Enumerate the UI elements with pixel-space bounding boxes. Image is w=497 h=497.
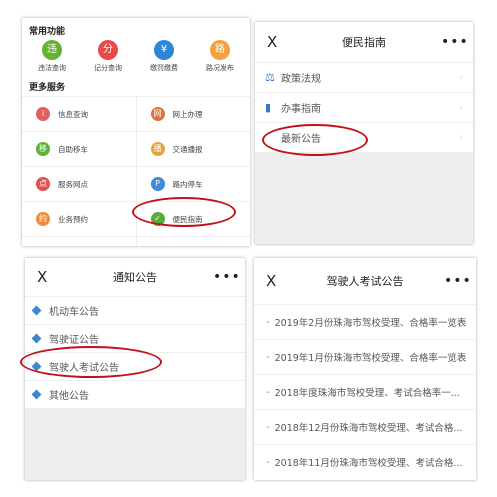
grid-item-label: 信息查询 xyxy=(58,109,88,119)
info-query-icon: i xyxy=(36,107,50,121)
service-outlet-icon: 点 xyxy=(36,177,50,191)
list-item-other-notice[interactable]: 其他公告 xyxy=(25,380,245,408)
diamond-bullet-icon xyxy=(31,361,42,372)
list-item-label: 驾驶人考试公告 xyxy=(49,363,119,374)
guide-header: X 便民指南 ••• xyxy=(255,22,473,62)
more-icon[interactable]: ••• xyxy=(213,269,240,285)
dash-bullet: - xyxy=(266,386,270,398)
grid-item-traffic-broadcast[interactable]: 播 交通播报 xyxy=(137,132,251,166)
grid-item-label: 服务网点 xyxy=(58,179,88,189)
exam-notices-header: X 驾驶人考试公告 ••• xyxy=(254,258,476,304)
dash-bullet: - xyxy=(266,351,270,363)
grid-item-self-move-car[interactable]: 移 自助移车 xyxy=(22,132,137,166)
list-item-latest-notice[interactable]: 最新公告 › xyxy=(255,122,473,152)
quick-item-violation[interactable]: 违 违法查询 xyxy=(25,40,79,73)
list-item-license-notice[interactable]: 驾驶证公告 xyxy=(25,324,245,352)
list-item-label: 其他公告 xyxy=(49,391,89,402)
quick-item-points[interactable]: 分 记分查询 xyxy=(81,40,135,73)
list-item-label: 2018年11月份珠海市驾校受理、考试合格... xyxy=(274,458,463,469)
notices-header: X 通知公告 ••• xyxy=(25,258,245,296)
online-service-icon: 网 xyxy=(150,107,165,121)
quick-item-label: 记分查询 xyxy=(94,64,122,72)
points-query-icon: 分 xyxy=(98,40,118,60)
empty-area xyxy=(25,408,245,480)
services-home-panel: 常用功能 违 违法查询 分 记分查询 ¥ 缴罚缴费 路 路况发布 更多服务 i … xyxy=(22,18,250,246)
list-item-exam-report[interactable]: - 2018年12月份珠海市驾校受理、考试合格... xyxy=(254,409,476,444)
grid-item-service-outlet[interactable]: 点 服务网点 xyxy=(22,167,137,201)
street-parking-icon: P xyxy=(150,177,165,191)
diamond-bullet-icon xyxy=(31,305,42,316)
grid-item-partial[interactable] xyxy=(22,237,137,246)
list-item-exam-report[interactable]: - 2018年度珠海市驾校受理、考试合格率一... xyxy=(254,374,476,409)
list-item-label: 办事指南 xyxy=(281,104,321,115)
self-move-car-icon: 移 xyxy=(36,142,50,156)
list-item-exam-notice[interactable]: 驾驶人考试公告 xyxy=(25,352,245,380)
quick-functions-title: 常用功能 xyxy=(29,27,66,37)
list-item-guide[interactable]: ▮ 办事指南 › xyxy=(255,92,473,122)
book-icon: ▮ xyxy=(265,101,272,114)
more-services-title: 更多服务 xyxy=(29,83,66,93)
quick-item-payment[interactable]: ¥ 缴罚缴费 xyxy=(137,40,191,73)
list-item-label: 2019年2月份珠海市驾校受理、合格率一览表 xyxy=(274,318,467,329)
grid-item-label: 自助移车 xyxy=(58,144,88,154)
dash-bullet: - xyxy=(266,421,270,433)
services-grid: i 信息查询 网 网上办理 移 自助移车 播 交通播报 点 服务网点 P 路内停… xyxy=(22,96,250,246)
list-item-exam-report[interactable]: - 2019年2月份珠海市驾校受理、合格率一览表 xyxy=(254,304,476,339)
list-item-label: 2018年12月份珠海市驾校受理、考试合格... xyxy=(274,423,463,434)
more-icon[interactable]: ••• xyxy=(441,34,468,50)
grid-item-online-service[interactable]: 网 网上办理 xyxy=(137,97,251,131)
dash-bullet: - xyxy=(266,316,270,328)
list-item-policy[interactable]: ⚖ 政策法规 › xyxy=(255,62,473,92)
grid-item-label: 路内停车 xyxy=(172,179,203,189)
close-icon[interactable]: X xyxy=(266,272,286,290)
quick-item-label: 缴罚缴费 xyxy=(150,64,178,72)
chevron-right-icon: › xyxy=(459,132,463,143)
chevron-right-icon: › xyxy=(459,102,463,113)
grid-item-info-query[interactable]: i 信息查询 xyxy=(22,97,137,131)
list-item-exam-report[interactable]: - 2018年11月份珠海市驾校受理、考试合格... xyxy=(254,444,476,479)
close-icon[interactable]: X xyxy=(267,33,287,51)
grid-item-label: 业务预约 xyxy=(58,214,88,224)
more-icon[interactable]: ••• xyxy=(444,273,471,289)
grid-item-label: 交通播报 xyxy=(172,144,203,154)
dash-bullet: - xyxy=(266,456,270,468)
diamond-bullet-icon xyxy=(31,333,42,344)
grid-item-appointment[interactable]: 约 业务预约 xyxy=(22,202,137,236)
chevron-right-icon: › xyxy=(459,72,463,83)
gavel-icon: ⚖ xyxy=(265,71,275,84)
list-item-label: 2019年1月份珠海市驾校受理、合格率一览表 xyxy=(274,353,467,364)
grid-item-guide[interactable]: ✓ 便民指南 xyxy=(137,202,251,236)
quick-item-label: 路况发布 xyxy=(206,64,234,72)
grid-item-partial[interactable] xyxy=(137,237,251,246)
quick-item-road-report[interactable]: 路 路况发布 xyxy=(193,40,247,73)
page-title: 通知公告 xyxy=(113,271,157,284)
grid-item-street-parking[interactable]: P 路内停车 xyxy=(137,167,251,201)
exam-notices-panel: X 驾驶人考试公告 ••• - 2019年2月份珠海市驾校受理、合格率一览表 -… xyxy=(254,258,476,480)
empty-area xyxy=(255,152,473,244)
quick-functions-row: 违 违法查询 分 记分查询 ¥ 缴罚缴费 路 路况发布 xyxy=(24,40,248,73)
notices-panel: X 通知公告 ••• 机动车公告 驾驶证公告 驾驶人考试公告 其他公告 xyxy=(25,258,245,480)
appointment-icon: 约 xyxy=(36,212,50,226)
page-title: 驾驶人考试公告 xyxy=(326,275,404,288)
list-item-label: 政策法规 xyxy=(281,74,321,85)
guide-icon: ✓ xyxy=(150,212,165,226)
guide-panel: X 便民指南 ••• ⚖ 政策法规 › ▮ 办事指南 › 最新公告 › xyxy=(255,22,473,244)
violation-query-icon: 违 xyxy=(42,40,62,60)
close-icon[interactable]: X xyxy=(37,268,57,286)
grid-item-label: 网上办理 xyxy=(172,109,203,119)
list-item-vehicle-notice[interactable]: 机动车公告 xyxy=(25,296,245,324)
payment-icon: ¥ xyxy=(154,40,174,60)
traffic-broadcast-icon: 播 xyxy=(150,142,165,156)
diamond-bullet-icon xyxy=(31,389,42,400)
list-item-label: 2018年度珠海市驾校受理、考试合格率一... xyxy=(274,388,460,399)
grid-item-label: 便民指南 xyxy=(172,214,203,224)
list-item-label: 驾驶证公告 xyxy=(49,335,99,346)
page-title: 便民指南 xyxy=(342,36,386,49)
road-report-icon: 路 xyxy=(210,40,230,60)
list-item-exam-report[interactable]: - 2019年1月份珠海市驾校受理、合格率一览表 xyxy=(254,339,476,374)
list-item-label: 最新公告 xyxy=(281,134,321,145)
quick-item-label: 违法查询 xyxy=(38,64,66,72)
list-item-label: 机动车公告 xyxy=(49,307,99,318)
